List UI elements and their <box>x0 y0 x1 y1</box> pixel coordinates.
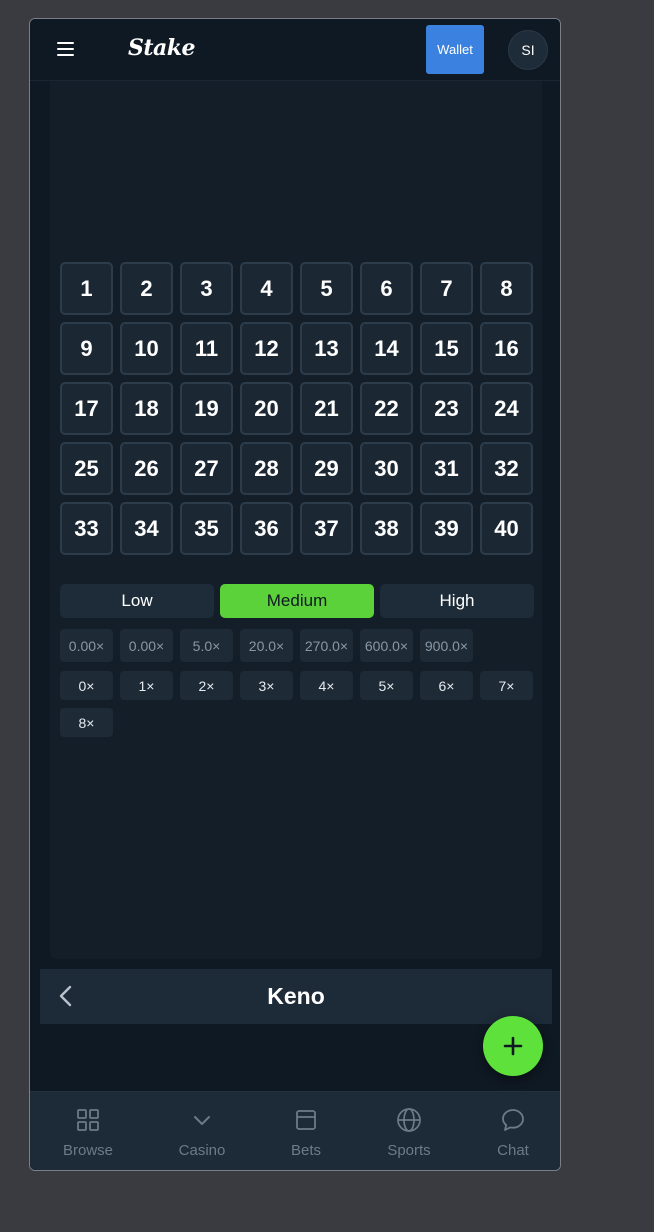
keno-tile[interactable]: 9 <box>60 322 113 375</box>
keno-tile[interactable]: 21 <box>300 382 353 435</box>
nav-bets[interactable]: Bets <box>261 1106 351 1159</box>
hit-count: 8× <box>60 708 113 737</box>
hit-count: 3× <box>240 671 293 700</box>
keno-tile[interactable]: 22 <box>360 382 413 435</box>
keno-tile[interactable]: 2 <box>120 262 173 315</box>
payout-multipliers: 0.00× 0.00× 5.0× 20.0× 270.0× 600.0× 900… <box>60 629 473 662</box>
risk-selector: Low Medium High <box>60 584 534 618</box>
risk-low-button[interactable]: Low <box>60 584 214 618</box>
wallet-button[interactable]: Wallet <box>426 25 484 74</box>
keno-tile[interactable]: 16 <box>480 322 533 375</box>
keno-tile[interactable]: 28 <box>240 442 293 495</box>
hit-count: 4× <box>300 671 353 700</box>
keno-tile[interactable]: 24 <box>480 382 533 435</box>
grid-icon <box>74 1106 102 1134</box>
risk-medium-button[interactable]: Medium <box>220 584 374 618</box>
keno-tile[interactable]: 37 <box>300 502 353 555</box>
top-bar: Stake Wallet SI <box>30 19 560 81</box>
user-avatar[interactable]: SI <box>508 30 548 70</box>
keno-tile[interactable]: 8 <box>480 262 533 315</box>
mobile-frame: Stake Wallet SI 1 2 3 4 5 6 7 8 9 10 11 … <box>29 18 561 1171</box>
payout-multiplier: 0.00× <box>60 629 113 662</box>
hit-count: 6× <box>420 671 473 700</box>
nav-label: Bets <box>290 1142 321 1159</box>
keno-tile[interactable]: 6 <box>360 262 413 315</box>
game-title: Keno <box>267 983 325 1009</box>
keno-tile[interactable]: 17 <box>60 382 113 435</box>
keno-tile[interactable]: 19 <box>180 382 233 435</box>
keno-tile[interactable]: 29 <box>300 442 353 495</box>
nav-label: Casino <box>178 1142 226 1159</box>
add-button[interactable] <box>483 1016 543 1076</box>
keno-tile[interactable]: 5 <box>300 262 353 315</box>
payout-multiplier: 600.0× <box>360 629 413 662</box>
keno-number-grid: 1 2 3 4 5 6 7 8 9 10 11 12 13 14 15 16 1… <box>60 262 534 555</box>
chevron-down-icon <box>188 1106 216 1134</box>
keno-tile[interactable]: 25 <box>60 442 113 495</box>
globe-icon <box>395 1106 423 1134</box>
hit-count-row: 8× <box>60 708 113 737</box>
keno-tile[interactable]: 3 <box>180 262 233 315</box>
keno-tile[interactable]: 13 <box>300 322 353 375</box>
keno-tile[interactable]: 38 <box>360 502 413 555</box>
keno-tile[interactable]: 30 <box>360 442 413 495</box>
keno-tile[interactable]: 40 <box>480 502 533 555</box>
nav-label: Browse <box>62 1142 114 1159</box>
bets-icon <box>292 1106 320 1134</box>
hit-count: 2× <box>180 671 233 700</box>
bottom-navigation: Browse Casino Bets Sports Chat <box>30 1091 560 1170</box>
game-title-bar: Keno <box>40 969 552 1024</box>
keno-tile[interactable]: 7 <box>420 262 473 315</box>
hit-count: 0× <box>60 671 113 700</box>
nav-label: Chat <box>497 1142 529 1159</box>
nav-label: Sports <box>387 1142 431 1159</box>
keno-tile[interactable]: 11 <box>180 322 233 375</box>
hit-count-row: 0× 1× 2× 3× 4× 5× 6× 7× <box>60 671 533 700</box>
keno-tile[interactable]: 12 <box>240 322 293 375</box>
chat-icon <box>499 1106 527 1134</box>
payout-multiplier: 20.0× <box>240 629 293 662</box>
keno-tile[interactable]: 31 <box>420 442 473 495</box>
stake-logo[interactable]: Stake <box>128 35 196 61</box>
hit-count: 5× <box>360 671 413 700</box>
plus-icon <box>503 1036 523 1056</box>
nav-chat[interactable]: Chat <box>468 1106 558 1159</box>
keno-tile[interactable]: 27 <box>180 442 233 495</box>
keno-tile[interactable]: 34 <box>120 502 173 555</box>
keno-tile[interactable]: 10 <box>120 322 173 375</box>
payout-multiplier: 5.0× <box>180 629 233 662</box>
payout-multiplier: 900.0× <box>420 629 473 662</box>
payout-multiplier: 270.0× <box>300 629 353 662</box>
hit-count: 1× <box>120 671 173 700</box>
nav-casino[interactable]: Casino <box>157 1106 247 1159</box>
keno-tile[interactable]: 33 <box>60 502 113 555</box>
keno-tile[interactable]: 23 <box>420 382 473 435</box>
keno-tile[interactable]: 15 <box>420 322 473 375</box>
keno-tile[interactable]: 4 <box>240 262 293 315</box>
keno-tile[interactable]: 1 <box>60 262 113 315</box>
payout-multiplier: 0.00× <box>120 629 173 662</box>
keno-tile[interactable]: 26 <box>120 442 173 495</box>
keno-tile[interactable]: 39 <box>420 502 473 555</box>
menu-icon[interactable] <box>57 42 74 56</box>
hit-count: 7× <box>480 671 533 700</box>
keno-tile[interactable]: 14 <box>360 322 413 375</box>
nav-browse[interactable]: Browse <box>43 1106 133 1159</box>
risk-high-button[interactable]: High <box>380 584 534 618</box>
keno-tile[interactable]: 32 <box>480 442 533 495</box>
keno-tile[interactable]: 18 <box>120 382 173 435</box>
keno-tile[interactable]: 20 <box>240 382 293 435</box>
nav-sports[interactable]: Sports <box>364 1106 454 1159</box>
keno-tile[interactable]: 36 <box>240 502 293 555</box>
chevron-left-icon[interactable] <box>58 985 74 1007</box>
keno-tile[interactable]: 35 <box>180 502 233 555</box>
